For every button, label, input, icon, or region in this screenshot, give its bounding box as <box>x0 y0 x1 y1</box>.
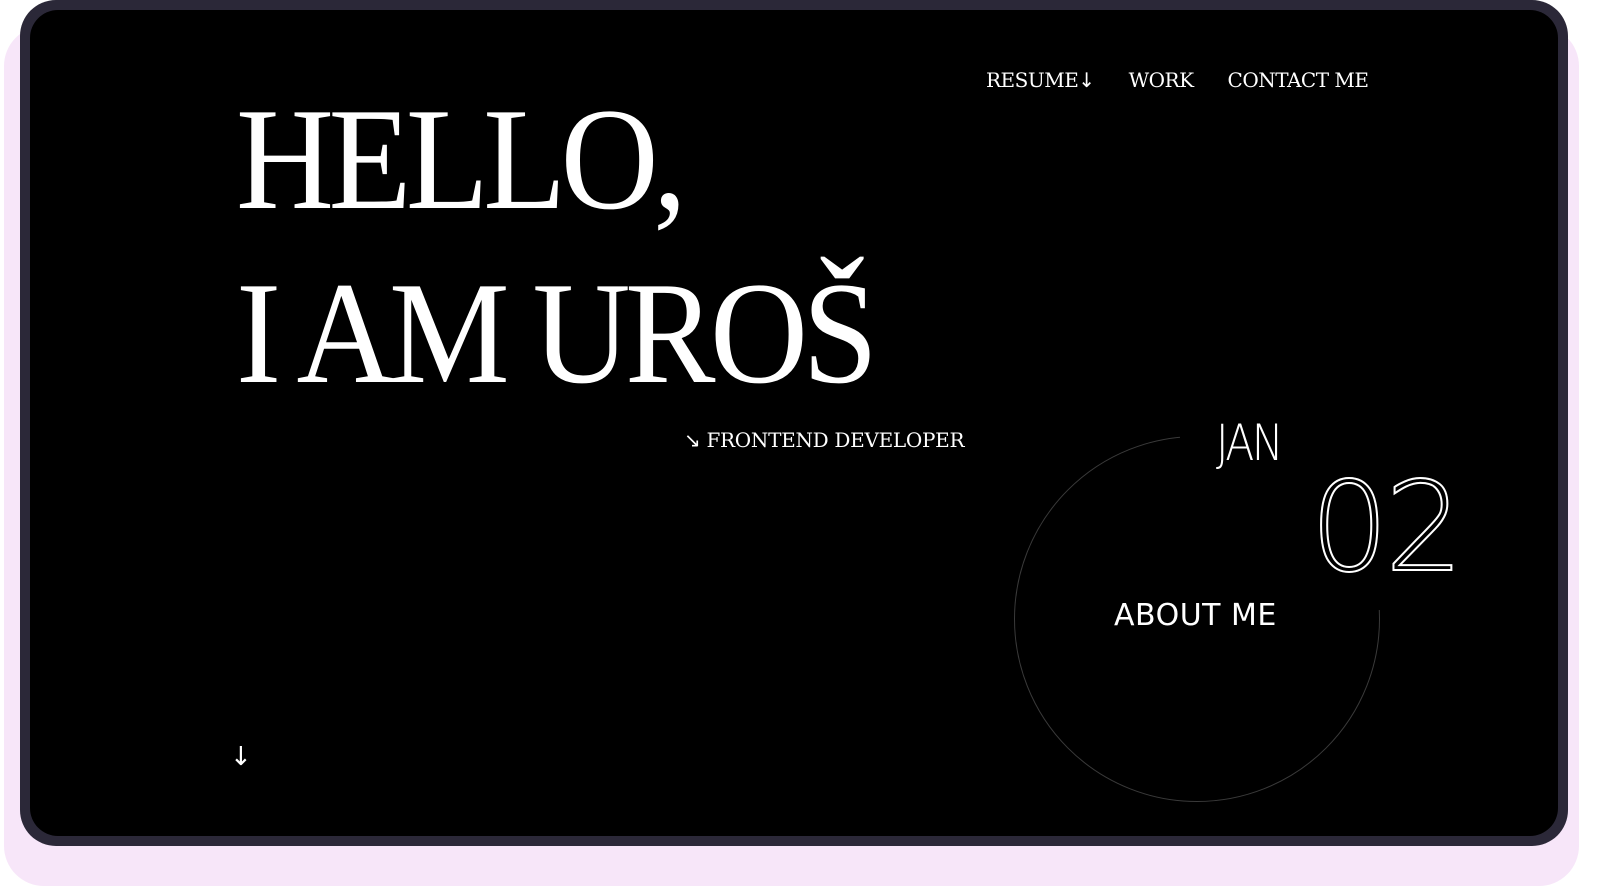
nav-contact-label: CONTACT ME <box>1227 68 1369 92</box>
portfolio-screen: RESUME↓ WORK CONTACT ME HELLO, I AM UROŠ… <box>30 10 1558 836</box>
role-subtitle: ↘ FRONTEND DEVELOPER <box>684 428 965 452</box>
role-text: FRONTEND DEVELOPER <box>706 428 965 452</box>
nav-resume-label: RESUME <box>986 68 1079 92</box>
about-me-link[interactable]: ABOUT ME <box>1114 598 1277 633</box>
arrow-down-right-icon: ↘ <box>684 428 701 452</box>
hero-line-2: I AM UROŠ <box>236 252 878 414</box>
nav-contact-link[interactable]: CONTACT ME <box>1228 68 1369 92</box>
hero-heading: HELLO, I AM UROŠ <box>236 72 878 420</box>
nav-work-label: WORK <box>1128 68 1194 92</box>
date-day: 02 <box>1309 456 1465 600</box>
nav-resume-link[interactable]: RESUME↓ <box>986 68 1095 92</box>
arrow-down-icon: ↓ <box>1078 68 1095 92</box>
date-month: JAN <box>1216 414 1284 472</box>
arrow-down-icon[interactable]: ↓ <box>230 742 252 772</box>
top-nav: RESUME↓ WORK CONTACT ME <box>986 68 1369 92</box>
nav-work-link[interactable]: WORK <box>1129 68 1194 92</box>
hero-line-1: HELLO, <box>236 78 687 240</box>
device-frame: RESUME↓ WORK CONTACT ME HELLO, I AM UROŠ… <box>20 0 1568 846</box>
